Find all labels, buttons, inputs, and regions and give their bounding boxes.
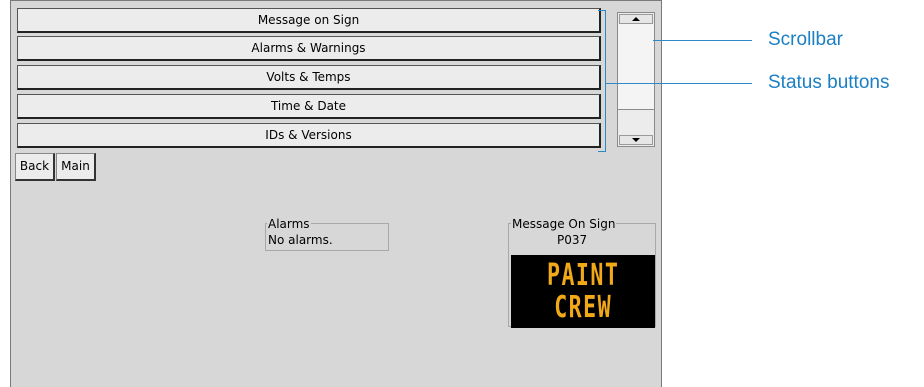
- scroll-down-button[interactable]: [619, 135, 653, 145]
- status-button-alarms-warnings[interactable]: Alarms & Warnings: [17, 36, 601, 61]
- message-code: P037: [556, 233, 589, 247]
- control-screen: Message on Sign Alarms & Warnings Volts …: [10, 0, 662, 387]
- status-button-volts-temps[interactable]: Volts & Temps: [17, 65, 601, 90]
- sign-message-display: PAINT CREW: [511, 255, 655, 328]
- scrollbar[interactable]: [617, 12, 655, 147]
- scrollbar-thumb[interactable]: [618, 24, 654, 110]
- status-button-ids-versions[interactable]: IDs & Versions: [17, 123, 601, 148]
- alarms-status-text: No alarms.: [267, 233, 334, 247]
- arrow-down-icon: [632, 138, 640, 142]
- status-button-time-date[interactable]: Time & Date: [17, 94, 601, 119]
- status-button-message-on-sign[interactable]: Message on Sign: [17, 8, 601, 33]
- alarms-panel-title: Alarms: [267, 217, 311, 231]
- sign-message-line-1: PAINT: [546, 257, 620, 293]
- back-button[interactable]: Back: [15, 153, 55, 181]
- status-button-list: Message on Sign Alarms & Warnings Volts …: [17, 8, 601, 148]
- status-buttons-callout: Status buttons: [768, 72, 890, 93]
- scrollbar-callout: Scrollbar: [768, 29, 843, 50]
- main-button[interactable]: Main: [56, 153, 96, 181]
- scroll-up-button[interactable]: [619, 14, 653, 24]
- status-buttons-leader-line: [606, 83, 752, 84]
- sign-message-line-2: CREW: [554, 289, 612, 325]
- arrow-up-icon: [632, 17, 640, 21]
- status-buttons-bracket: [598, 10, 606, 152]
- scrollbar-leader-line: [653, 40, 752, 41]
- message-on-sign-title: Message On Sign: [511, 217, 617, 231]
